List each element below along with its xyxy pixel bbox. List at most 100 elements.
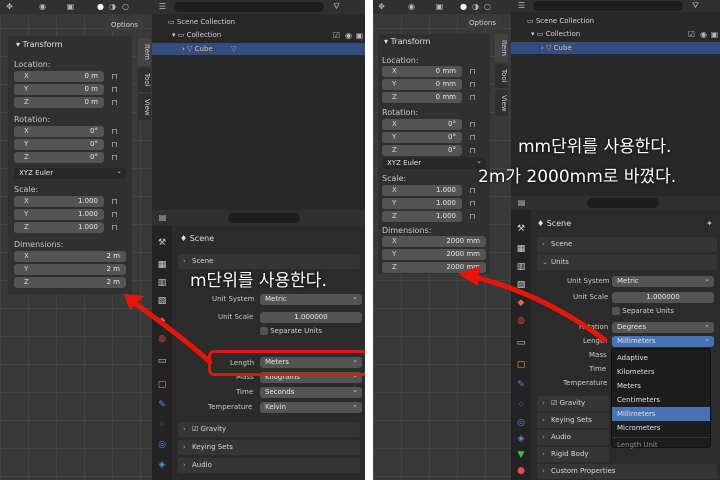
outliner-search[interactable] bbox=[533, 1, 683, 11]
transform-title[interactable]: ▾ Transform bbox=[384, 37, 430, 46]
modifier-icon[interactable]: ✎ bbox=[157, 400, 167, 410]
dim-x-field[interactable]: X2 m bbox=[14, 251, 126, 262]
scale-y-field[interactable]: Y 1.000 bbox=[382, 198, 462, 209]
dim-y-field[interactable]: Y 2000 mm bbox=[382, 249, 486, 260]
scene-collection-row[interactable]: ▭ Scene Collection bbox=[527, 17, 594, 25]
lock-icon[interactable]: ⊓ bbox=[468, 120, 477, 129]
rigid-body-section[interactable]: Rigid Body World bbox=[537, 447, 609, 473]
lock-icon[interactable]: ⊓ bbox=[468, 212, 477, 221]
loc-z-field[interactable]: Z0 m bbox=[14, 97, 104, 108]
pin-icon[interactable]: ✦ bbox=[705, 219, 714, 228]
data-icon[interactable]: ▼ bbox=[516, 450, 526, 460]
unit-scale-field[interactable]: 1.000000 bbox=[612, 292, 714, 303]
audio-section[interactable]: Audio bbox=[178, 458, 360, 473]
camera-icon[interactable]: ▣ bbox=[355, 31, 364, 40]
separate-units-checkbox[interactable]: Separate Units bbox=[260, 327, 322, 335]
rendered-shading-icon[interactable]: ○ bbox=[483, 2, 492, 11]
overlay-icon[interactable]: ◉ bbox=[407, 2, 416, 11]
checkbox-icon[interactable]: ☑ bbox=[687, 30, 696, 39]
props-search[interactable] bbox=[587, 198, 659, 208]
menu-item-adaptive[interactable]: Adaptive bbox=[612, 351, 710, 365]
rotation-mode-dropdown[interactable]: XYZ Euler bbox=[14, 166, 126, 179]
time-dropdown[interactable]: Seconds bbox=[260, 385, 362, 398]
scene-collection-row[interactable]: ▭ Scene Collection bbox=[168, 18, 235, 26]
lock-icon[interactable]: ⊓ bbox=[468, 199, 477, 208]
keying-sets-section[interactable]: Keying Sets bbox=[178, 440, 360, 455]
menu-item-micrometers[interactable]: Micrometers bbox=[612, 421, 710, 435]
scale-z-field[interactable]: Z 1.000 bbox=[14, 222, 104, 233]
gravity-section[interactable]: ☑ Gravity bbox=[537, 396, 609, 411]
editor-type-icon[interactable]: ▤ bbox=[158, 213, 167, 222]
display-mode-icon[interactable]: ☰ bbox=[158, 2, 167, 11]
rot-y-field[interactable]: Y 0° bbox=[14, 139, 104, 150]
dim-y-field[interactable]: Y2 m bbox=[14, 264, 126, 275]
tab-item[interactable]: Item bbox=[138, 38, 151, 66]
display-mode-icon[interactable]: ☰ bbox=[517, 1, 526, 10]
filter-icon[interactable]: ⛛ bbox=[332, 2, 341, 11]
cube-row[interactable]: › ▽ Cube ▽ bbox=[152, 43, 365, 55]
outliner-search[interactable] bbox=[174, 2, 324, 12]
temperature-dropdown[interactable]: Kelvin bbox=[260, 400, 362, 413]
solid-shading-icon[interactable]: ● bbox=[96, 2, 105, 11]
physics-icon[interactable]: ◎ bbox=[157, 440, 167, 450]
scale-x-field[interactable]: X 1.000 bbox=[382, 185, 462, 196]
custom-properties-section[interactable]: Custom Properties bbox=[537, 464, 717, 479]
lock-icon[interactable]: ⊓ bbox=[110, 98, 119, 107]
modifier-icon[interactable]: ✎ bbox=[516, 380, 526, 390]
lock-icon[interactable]: ⊓ bbox=[468, 186, 477, 195]
dim-x-field[interactable]: X 2000 mm bbox=[382, 236, 486, 247]
particles-icon[interactable]: ⁘ bbox=[157, 420, 167, 430]
lock-icon[interactable]: ⊓ bbox=[468, 67, 477, 76]
tab-tool[interactable]: Tool bbox=[138, 68, 151, 92]
unit-system-dropdown[interactable]: Metric bbox=[612, 274, 714, 287]
gravity-section[interactable]: ☑ Gravity bbox=[178, 422, 360, 437]
lock-icon[interactable]: ⊓ bbox=[110, 223, 119, 232]
eye-icon[interactable]: ◉ bbox=[344, 31, 353, 40]
rotation-mode-dropdown[interactable]: XYZ Euler bbox=[382, 156, 486, 169]
rot-y-field[interactable]: Y 0° bbox=[382, 132, 462, 143]
tab-view[interactable]: View bbox=[495, 90, 508, 116]
lock-icon[interactable]: ⊓ bbox=[110, 72, 119, 81]
loc-x-field[interactable]: X0 mm bbox=[382, 66, 462, 77]
lock-icon[interactable]: ⊓ bbox=[468, 93, 477, 102]
rot-z-field[interactable]: Z 0° bbox=[382, 145, 462, 156]
unit-scale-field[interactable]: 1.000000 bbox=[260, 312, 362, 323]
scale-z-field[interactable]: Z 1.000 bbox=[382, 211, 462, 222]
right-options-button[interactable]: Options bbox=[466, 17, 502, 29]
lock-icon[interactable]: ⊓ bbox=[468, 80, 477, 89]
collection-row[interactable]: ▾ ▭ Collection bbox=[172, 31, 221, 39]
menu-item-kilometers[interactable]: Kilometers bbox=[612, 365, 710, 379]
checkbox-icon[interactable]: ☑ bbox=[332, 31, 341, 40]
constraints-icon[interactable]: ◈ bbox=[516, 434, 526, 444]
viewport-shading-icon[interactable]: ✥ bbox=[5, 2, 14, 11]
eye-icon[interactable]: ◉ bbox=[699, 30, 708, 39]
length-dropdown[interactable]: Millimeters bbox=[612, 334, 714, 347]
editor-type-icon[interactable]: ▤ bbox=[517, 198, 526, 207]
overlay-icon[interactable]: ◉ bbox=[38, 2, 47, 11]
transform-title[interactable]: ▾ Transform bbox=[16, 40, 62, 49]
material-shading-icon[interactable]: ◑ bbox=[108, 2, 117, 11]
tab-tool[interactable]: Tool bbox=[495, 64, 508, 88]
material-icon[interactable]: ● bbox=[516, 466, 526, 476]
scale-y-field[interactable]: Y 1.000 bbox=[14, 209, 104, 220]
constraints-icon[interactable]: ◈ bbox=[157, 460, 167, 470]
lock-icon[interactable]: ⊓ bbox=[110, 85, 119, 94]
xray-icon[interactable]: ▣ bbox=[435, 2, 444, 11]
rot-x-field[interactable]: X 0° bbox=[14, 126, 104, 137]
rotation-units-dropdown[interactable]: Degrees bbox=[612, 320, 714, 333]
tab-view[interactable]: View bbox=[138, 94, 151, 120]
rot-x-field[interactable]: X 0° bbox=[382, 119, 462, 130]
rendered-shading-icon[interactable]: ○ bbox=[121, 2, 130, 11]
lock-icon[interactable]: ⊓ bbox=[110, 127, 119, 136]
loc-y-field[interactable]: Y0 mm bbox=[382, 79, 462, 90]
render-icon[interactable]: ▦ bbox=[157, 260, 167, 270]
menu-item-centimeters[interactable]: Centimeters bbox=[612, 393, 710, 407]
lock-icon[interactable]: ⊓ bbox=[110, 140, 119, 149]
physics-icon[interactable]: ◎ bbox=[516, 418, 526, 428]
loc-y-field[interactable]: Y0 m bbox=[14, 84, 104, 95]
material-shading-icon[interactable]: ◑ bbox=[471, 2, 480, 11]
unit-system-dropdown[interactable]: Metric bbox=[260, 292, 362, 305]
scale-x-field[interactable]: X 1.000 bbox=[14, 196, 104, 207]
lock-icon[interactable]: ⊓ bbox=[110, 197, 119, 206]
object-icon[interactable]: ▢ bbox=[516, 360, 526, 370]
